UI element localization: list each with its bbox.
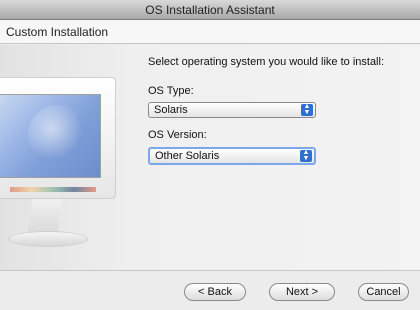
- back-button[interactable]: < Back: [184, 283, 246, 301]
- instruction-text: Select operating system you would like t…: [148, 56, 385, 68]
- updown-arrows-icon: ▲ ▼: [300, 149, 312, 162]
- imac-neck: [27, 199, 63, 233]
- button-bar: < Back Next > Cancel: [0, 270, 420, 310]
- imac-icon: [0, 69, 130, 269]
- os-version-label: OS Version:: [148, 129, 207, 141]
- os-type-select[interactable]: Solaris ▲ ▼: [148, 102, 316, 118]
- imac-base: [8, 231, 88, 247]
- screen-dock: [10, 187, 96, 192]
- os-type-value: Solaris: [154, 104, 188, 116]
- title-bar[interactable]: OS Installation Assistant: [0, 0, 420, 20]
- os-type-label: OS Type:: [148, 85, 194, 97]
- os-version-value: Other Solaris: [155, 150, 220, 162]
- next-button[interactable]: Next >: [269, 283, 335, 301]
- installer-window: OS Installation Assistant Custom Install…: [0, 0, 420, 310]
- imac-bezel: [0, 77, 116, 199]
- os-version-select[interactable]: Other Solaris ▲ ▼: [148, 147, 316, 165]
- cancel-button[interactable]: Cancel: [358, 283, 409, 301]
- window-title: OS Installation Assistant: [145, 3, 275, 17]
- screen-swirl: [28, 105, 88, 165]
- imac-screen: [0, 94, 101, 192]
- content-area: Select operating system you would like t…: [0, 45, 420, 270]
- page-title: Custom Installation: [6, 25, 109, 39]
- updown-arrows-icon: ▲ ▼: [301, 103, 313, 116]
- page-header: Custom Installation: [0, 20, 420, 44]
